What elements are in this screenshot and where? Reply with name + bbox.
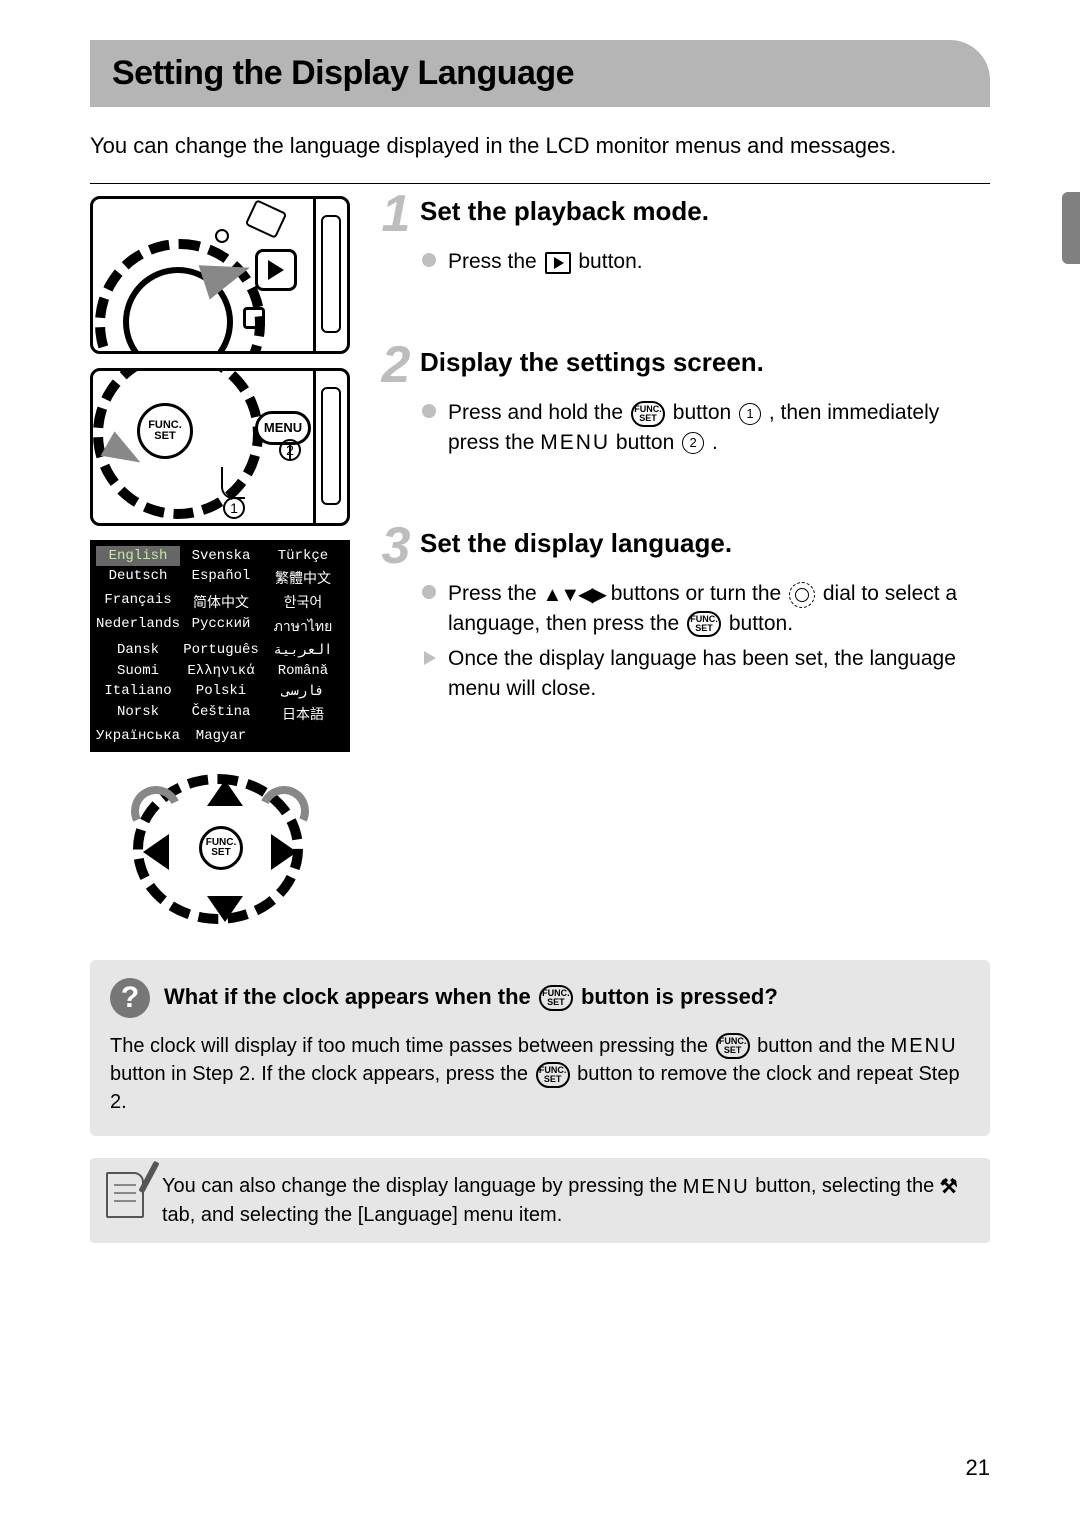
step-2: 2Display the settings screen.Press and h…: [378, 347, 990, 458]
separator: [90, 183, 990, 184]
menu-button-icon: MENU: [255, 411, 311, 445]
language-cell: 简体中文: [180, 590, 262, 614]
down-arrow-icon: [207, 896, 243, 922]
language-cell: Nederlands: [96, 614, 180, 640]
right-arrow-icon: [271, 834, 297, 870]
menu-text-icon: MENU: [683, 1173, 750, 1201]
note-box: You can also change the display language…: [90, 1158, 990, 1243]
faq-box: ? What if the clock appears when the but…: [90, 960, 990, 1137]
language-cell: Français: [96, 590, 180, 614]
note-text: You can also change the display language…: [162, 1172, 974, 1229]
step-title: Set the playback mode.: [420, 196, 709, 227]
page-edge-tab: [1062, 192, 1080, 264]
diagram-dpad-dial: FUNC.SET: [125, 766, 315, 936]
step-title: Set the display language.: [420, 528, 732, 559]
step-1: 1Set the playback mode. Press the button.: [378, 196, 990, 277]
language-cell: Ελληνικά: [180, 661, 262, 681]
question-icon: ?: [110, 978, 150, 1018]
language-cell: Português: [180, 640, 262, 661]
step-bullet: Press and hold the button 1 , then immed…: [422, 398, 990, 458]
func-set-icon: FUNC.SET: [199, 826, 243, 870]
section-title: Setting the Display Language: [112, 54, 968, 93]
up-arrow-icon: [207, 780, 243, 806]
menu-text-icon: MENU: [540, 428, 610, 457]
pencil-note-icon: [106, 1172, 144, 1218]
callout-2-icon: 2: [279, 439, 301, 461]
func-set-icon: FUNC.SET: [137, 403, 193, 459]
faq-body: The clock will display if too much time …: [110, 1032, 970, 1117]
step-bullet: Once the display language has been set, …: [422, 644, 990, 703]
language-cell: Italiano: [96, 681, 180, 702]
language-cell: Русский: [180, 614, 262, 640]
language-cell: فارسی: [262, 681, 344, 702]
diagram-playback-button: [90, 196, 350, 354]
language-cell: 日本語: [262, 702, 344, 726]
language-cell: Suomi: [96, 661, 180, 681]
playback-icon: [545, 252, 571, 274]
menu-text-icon: MENU: [891, 1032, 958, 1060]
language-cell: ภาษาไทย: [262, 614, 344, 640]
language-cell: Dansk: [96, 640, 180, 661]
language-cell: Čeština: [180, 702, 262, 726]
language-cell: Polski: [180, 681, 262, 702]
language-cell: English: [96, 546, 180, 566]
step-bullet: Press the button.: [422, 247, 990, 276]
intro-text: You can change the language displayed in…: [90, 131, 990, 161]
func-set-icon: [536, 1062, 570, 1088]
language-cell: Norsk: [96, 702, 180, 726]
left-arrow-icon: [143, 834, 169, 870]
page-number: 21: [966, 1455, 990, 1481]
language-cell: 한국어: [262, 590, 344, 614]
callout-1-icon: 1: [223, 497, 245, 519]
language-cell: [262, 726, 344, 746]
step-bullet: Press the ▲▼◀▶ buttons or turn the dial …: [422, 579, 990, 638]
func-set-icon: [716, 1033, 750, 1059]
language-cell: Deutsch: [96, 566, 180, 590]
step-number: 3: [378, 526, 414, 568]
language-cell: العربية: [262, 640, 344, 661]
step-number: 1: [378, 194, 414, 236]
section-title-bar: Setting the Display Language: [90, 40, 990, 107]
step-number: 2: [378, 345, 414, 387]
language-grid-screenshot: EnglishSvenskaTürkçe DeutschEspañol繁體中文 Fr…: [90, 540, 350, 752]
language-cell: Українська: [96, 726, 180, 746]
diagram-func-menu: FUNC.SET MENU 1 2: [90, 368, 350, 526]
playback-icon: [255, 249, 297, 291]
circled-number-1-icon: 1: [739, 403, 761, 425]
language-cell: Svenska: [180, 546, 262, 566]
step-3: 3Set the display language. Press the ▲▼◀▶…: [378, 528, 990, 703]
circled-number-2-icon: 2: [682, 432, 704, 454]
language-cell: 繁體中文: [262, 566, 344, 590]
language-cell: Türkçe: [262, 546, 344, 566]
faq-title: What if the clock appears when the butto…: [164, 984, 778, 1011]
func-set-icon: [687, 611, 721, 637]
dpad-arrows-icon: ▲▼◀▶: [543, 581, 605, 609]
func-set-icon: [539, 985, 573, 1011]
func-set-icon: [631, 401, 665, 427]
tools-tab-icon: ⚒: [940, 1173, 958, 1201]
control-dial-icon: [789, 582, 815, 608]
language-cell: Español: [180, 566, 262, 590]
step-title: Display the settings screen.: [420, 347, 764, 378]
language-cell: Magyar: [180, 726, 262, 746]
language-cell: Română: [262, 661, 344, 681]
